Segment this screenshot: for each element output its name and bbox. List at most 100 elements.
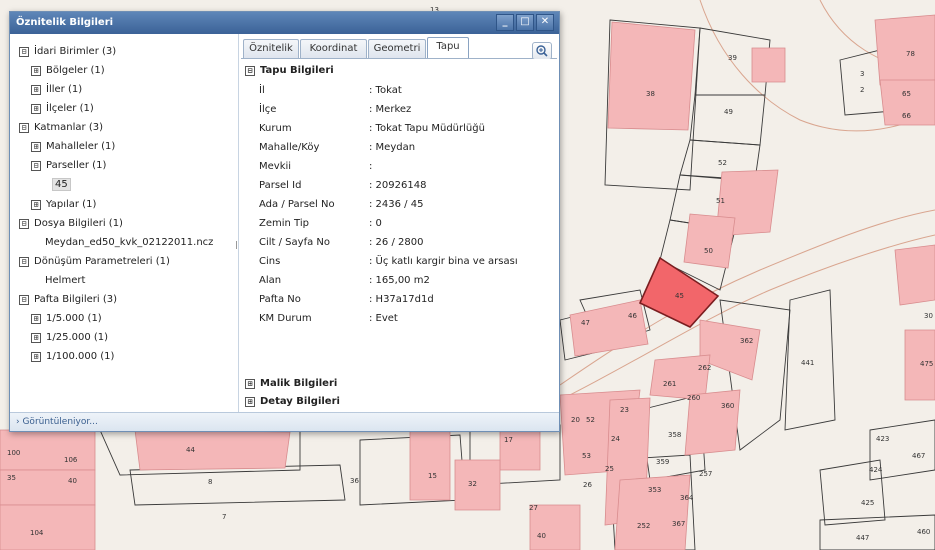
tree-node-ilceler[interactable]: ⊞ İlçeler (1) (31, 102, 94, 116)
svg-text:23: 23 (620, 406, 629, 414)
svg-text:78: 78 (906, 50, 915, 58)
window-titlebar[interactable]: Öznitelik Bilgileri _ □ ✕ (10, 12, 559, 34)
attr-value: : 20926148 (369, 180, 427, 191)
panel-splitter[interactable] (236, 241, 237, 249)
svg-text:26: 26 (583, 481, 592, 489)
tree-node-label: 1/25.000 (1) (46, 332, 109, 343)
tree-node-label: Helmert (45, 275, 86, 286)
tree-node-helmert[interactable]: Helmert (45, 274, 85, 288)
svg-text:32: 32 (468, 480, 477, 488)
attr-key: Pafta No (259, 294, 301, 305)
svg-text:252: 252 (637, 522, 650, 530)
tree-node-mahalleler[interactable]: ⊞ Mahalleler (1) (31, 140, 115, 154)
zoom-to-button[interactable] (532, 42, 552, 60)
expand-icon[interactable]: ⊞ (31, 352, 41, 362)
svg-text:46: 46 (628, 312, 637, 320)
expand-icon[interactable]: ⊞ (31, 85, 41, 95)
section-title: Tapu Bilgileri (260, 65, 334, 76)
tree-node-label: Yapılar (1) (46, 199, 97, 210)
tab-koordinat[interactable]: Koordinat (300, 39, 367, 58)
collapse-icon[interactable]: ⊟ (19, 123, 29, 133)
attr-value: : Merkez (369, 104, 412, 115)
tree-node-dosya-bilgileri[interactable]: ⊟ Dosya Bilgileri (1) (19, 217, 123, 231)
tab-tapu[interactable]: Tapu (427, 37, 469, 58)
svg-text:25: 25 (605, 465, 614, 473)
tree-node-pafta-bilgileri[interactable]: ⊟ Pafta Bilgileri (3) (19, 293, 117, 307)
svg-text:30: 30 (924, 312, 933, 320)
tree-node-label: Bölgeler (1) (46, 65, 105, 76)
tree-node-parcel-45[interactable]: 45 (52, 178, 71, 192)
tapu-panel: ⊟ Tapu Bilgileri İl: Tokat İlçe: Merkez K… (241, 59, 555, 411)
svg-text:262: 262 (698, 364, 711, 372)
expand-icon[interactable]: ⊞ (31, 104, 41, 114)
collapse-icon[interactable]: ⊟ (19, 47, 29, 57)
tab-oznitelik[interactable]: Öznitelik (243, 39, 299, 58)
svg-text:36: 36 (350, 477, 359, 485)
expand-icon[interactable]: ⊞ (245, 397, 255, 407)
expand-icon[interactable]: ⊞ (31, 66, 41, 76)
svg-text:51: 51 (716, 197, 725, 205)
expand-icon[interactable]: ⊞ (31, 333, 41, 343)
tree-node-iller[interactable]: ⊞ İller (1) (31, 83, 82, 97)
collapse-icon[interactable]: ⊟ (245, 66, 255, 76)
tree-node-bolgeler[interactable]: ⊞ Bölgeler (1) (31, 64, 105, 78)
svg-text:52: 52 (586, 416, 595, 424)
svg-text:66: 66 (902, 112, 911, 120)
tree-node-yapilar[interactable]: ⊞ Yapılar (1) (31, 198, 96, 212)
tree-node-donusum-parametreleri[interactable]: ⊟ Dönüşüm Parametreleri (1) (19, 255, 170, 269)
collapse-icon[interactable]: ⊟ (31, 161, 41, 171)
tree-node-scale-5000[interactable]: ⊞ 1/5.000 (1) (31, 312, 102, 326)
tree-node-idari-birimler[interactable]: ⊟ İdari Birimler (3) (19, 45, 116, 59)
expand-icon[interactable]: ⊞ (31, 142, 41, 152)
section-tapu-bilgileri[interactable]: ⊟ Tapu Bilgileri (245, 65, 334, 76)
svg-text:475: 475 (920, 360, 933, 368)
expand-icon[interactable]: ⊞ (245, 379, 255, 389)
attr-key: Alan (259, 275, 282, 286)
svg-text:447: 447 (856, 534, 869, 542)
attr-value: : 0 (369, 218, 382, 229)
expand-icon[interactable]: ⊞ (31, 200, 41, 210)
attr-value: : H37a17d1d (369, 294, 434, 305)
tree-node-label: Mahalleler (1) (46, 141, 116, 152)
tree-node-katmanlar[interactable]: ⊟ Katmanlar (3) (19, 121, 103, 135)
status-text: › Görüntüleniyor... (16, 417, 98, 427)
svg-text:40: 40 (68, 477, 77, 485)
expand-icon[interactable]: ⊞ (31, 314, 41, 324)
section-malik-bilgileri[interactable]: ⊞ Malik Bilgileri (245, 378, 337, 389)
collapse-icon[interactable]: ⊟ (19, 219, 29, 229)
attr-key: Kurum (259, 123, 292, 134)
tree-node-label: Parseller (1) (46, 160, 107, 171)
svg-text:359: 359 (656, 458, 669, 466)
svg-text:7: 7 (222, 513, 226, 521)
tree-node-file[interactable]: Meydan_ed50_kvk_02122011.ncz (45, 236, 213, 250)
collapse-icon[interactable]: ⊟ (19, 295, 29, 305)
tree-node-label: Katmanlar (3) (34, 122, 103, 133)
svg-text:104: 104 (30, 529, 44, 537)
svg-text:38: 38 (646, 90, 655, 98)
tree-node-parseller[interactable]: ⊟ Parseller (1) (31, 159, 106, 173)
svg-text:257: 257 (699, 470, 712, 478)
collapse-icon[interactable]: ⊟ (19, 257, 29, 267)
close-button[interactable]: ✕ (536, 14, 554, 31)
attr-key: İlçe (259, 104, 277, 115)
tree-node-scale-25000[interactable]: ⊞ 1/25.000 (1) (31, 331, 108, 345)
svg-text:106: 106 (64, 456, 78, 464)
svg-text:460: 460 (917, 528, 930, 536)
tree-node-label: İller (1) (46, 84, 83, 95)
svg-text:52: 52 (718, 159, 727, 167)
tab-geometri[interactable]: Geometri (368, 39, 426, 58)
minimize-button[interactable]: _ (496, 14, 514, 31)
svg-text:424: 424 (869, 466, 883, 474)
attr-key: Parsel Id (259, 180, 302, 191)
section-title: Malik Bilgileri (260, 378, 338, 389)
attr-key: Cins (259, 256, 281, 267)
maximize-button[interactable]: □ (516, 14, 534, 31)
attribute-tree: ⊟ İdari Birimler (3) ⊞ Bölgeler (1) ⊞ İller… (10, 34, 239, 413)
svg-text:2: 2 (860, 86, 864, 94)
tree-node-label: Pafta Bilgileri (3) (34, 294, 117, 305)
svg-text:49: 49 (724, 108, 733, 116)
section-detay-bilgileri[interactable]: ⊞ Detay Bilgileri (245, 396, 340, 407)
svg-text:441: 441 (801, 359, 814, 367)
svg-text:45: 45 (675, 292, 684, 300)
tree-node-scale-100000[interactable]: ⊞ 1/100.000 (1) (31, 350, 114, 364)
